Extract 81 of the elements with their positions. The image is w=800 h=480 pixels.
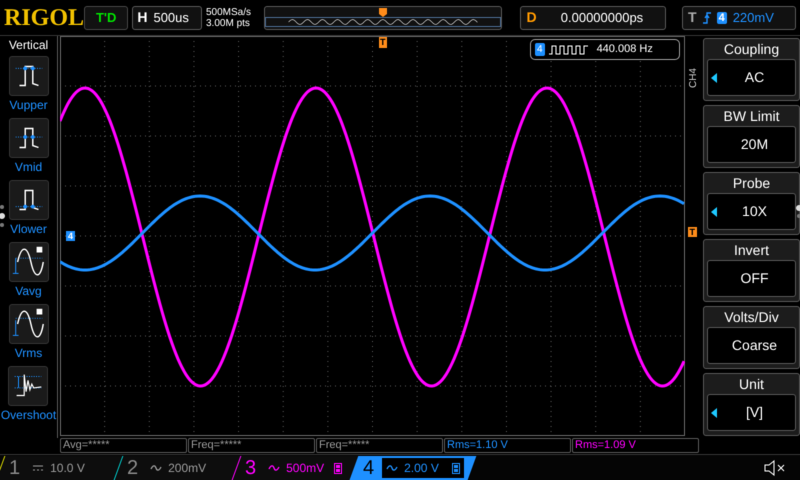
measurement-button[interactable] [8, 118, 48, 158]
measurement-label: Vupper [9, 97, 48, 114]
rising-edge-icon [702, 12, 711, 24]
trigger-level: 220mV [732, 8, 774, 27]
softkey-title: BW Limit [724, 107, 780, 126]
menu-softkey[interactable]: Volts/Div Coarse [703, 306, 800, 369]
menu-softkey[interactable]: Coupling AC [703, 38, 800, 101]
trigger-source: 4 [716, 12, 727, 24]
trigger-position-icon [378, 8, 387, 16]
square-wave-icon [548, 44, 589, 54]
softkey-title: Volts/Div [724, 308, 779, 327]
channel-scale: 500mV [286, 460, 324, 476]
channel-scale: 200mV [168, 460, 206, 476]
ac-coupling-icon [268, 464, 280, 472]
measurement-readout: Rms=1.10 V [444, 438, 571, 453]
softkey-title: Coupling [724, 40, 780, 59]
measurement-readout: Avg=***** [60, 438, 187, 453]
left-arrow-icon [711, 206, 717, 216]
menu-channel-label: CH4 [688, 68, 700, 88]
measurement-button[interactable] [8, 56, 48, 96]
menu-title: Vertical [8, 38, 48, 52]
horizontal-scale-panel[interactable]: H 500us [132, 6, 202, 30]
page-dots-icon [0, 204, 5, 228]
measurement-readout: Freq=***** [188, 438, 315, 453]
softkey-value: OFF [740, 269, 770, 288]
softkey-title: Unit [739, 375, 764, 394]
channel-number: 4 [363, 456, 374, 478]
channel-scale: 2.00 V [404, 460, 439, 476]
left-arrow-icon [711, 408, 717, 418]
softkey-value: Coarse [730, 336, 778, 355]
horizontal-label: H [137, 8, 148, 27]
softkey-title: Invert [734, 241, 769, 260]
measurement-button[interactable] [8, 242, 48, 282]
dc-coupling-icon [32, 464, 44, 472]
softkey-value: [V] [744, 403, 764, 422]
delay-label: D [526, 8, 537, 27]
channel-number: 1 [9, 456, 20, 478]
menu-softkey[interactable]: Unit [V] [703, 373, 800, 436]
softkey-value: 20M [740, 135, 770, 154]
counter-value: 440.008 Hz [596, 42, 653, 58]
left-arrow-icon [711, 72, 717, 82]
measurement-label: Vmid [14, 159, 42, 176]
measurement-button[interactable] [8, 304, 48, 344]
measurement-label: Vlower [10, 221, 47, 238]
trigger-label: T [688, 8, 697, 27]
measurement-readout: Rms=1.09 V [572, 438, 699, 453]
run-status: T'D [84, 6, 128, 30]
sample-rate: 500MSa/s [206, 6, 252, 18]
softkey-value: AC [744, 68, 766, 87]
channel-tab[interactable]: 1 10.0 V [0, 456, 122, 480]
trigger-level-marker: T [688, 227, 697, 237]
ac-coupling-icon [150, 464, 162, 472]
memory-depth: 3.00M pts [206, 18, 251, 28]
channel-scale: 10.0 V [50, 460, 85, 476]
measurement-readout: Freq=***** [316, 438, 443, 453]
channel-tab[interactable]: 4 2.00 V [350, 456, 476, 480]
channel-tab[interactable]: 2 200mV [114, 456, 240, 480]
trigger-position-marker: T [379, 37, 386, 48]
softkey-title: Probe [732, 174, 770, 193]
ac-coupling-icon [386, 464, 398, 472]
menu-softkey[interactable]: Invert OFF [703, 239, 800, 302]
bandwidth-limit-icon [334, 462, 342, 473]
mute-icon[interactable] [764, 460, 786, 476]
softkey-value: 10X [741, 202, 768, 221]
measurement-label: Vrms [14, 345, 42, 362]
measurement-button[interactable] [8, 366, 48, 406]
channel-number: 2 [127, 456, 138, 478]
channel-number: 3 [245, 456, 256, 478]
menu-softkey[interactable]: BW Limit 20M [703, 105, 800, 168]
measurement-label: Vavg [15, 283, 42, 300]
bandwidth-limit-icon [452, 462, 460, 473]
trigger-panel[interactable]: T 4 220mV [682, 6, 796, 30]
channel-tab[interactable]: 3 500mV [232, 456, 358, 480]
delay-panel[interactable]: D 0.00000000ps [520, 6, 666, 30]
menu-softkey[interactable]: Probe 10X [703, 172, 800, 235]
horizontal-scale-value: 500us [153, 8, 189, 27]
channel-offset-marker: 4 [66, 231, 76, 241]
measurement-button[interactable] [8, 180, 48, 220]
delay-value: 0.00000000ps [560, 8, 644, 27]
measurement-label: Overshoot [0, 407, 56, 424]
counter-channel: 4 [535, 43, 545, 56]
